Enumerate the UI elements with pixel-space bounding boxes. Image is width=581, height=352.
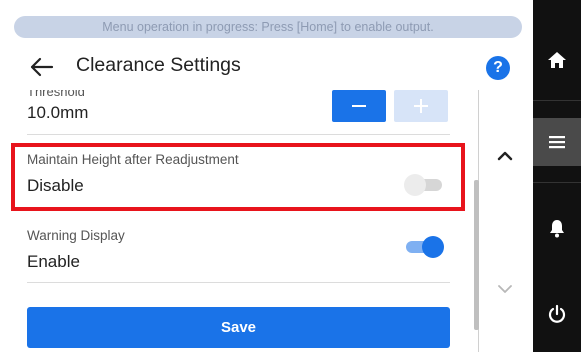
page-title: Clearance Settings bbox=[76, 54, 241, 76]
home-icon bbox=[548, 52, 566, 68]
setting-label: Warning Display bbox=[27, 228, 125, 243]
menu-icon bbox=[549, 136, 565, 149]
scroll-down-icon[interactable] bbox=[494, 281, 516, 297]
power-icon bbox=[548, 304, 566, 323]
scroll-up-icon[interactable] bbox=[494, 148, 516, 164]
menu-button[interactable] bbox=[533, 118, 581, 166]
divider bbox=[27, 134, 450, 135]
decrement-button[interactable] bbox=[332, 90, 386, 122]
help-icon[interactable]: ? bbox=[486, 56, 510, 80]
notification-button[interactable] bbox=[533, 204, 581, 252]
warning-display-toggle[interactable] bbox=[404, 236, 444, 258]
setting-value: Enable bbox=[27, 252, 80, 271]
threshold-label: Threshold bbox=[27, 90, 85, 99]
divider bbox=[27, 282, 450, 283]
header-bar: Clearance Settings ? bbox=[0, 44, 533, 90]
status-banner: Menu operation in progress: Press [Home]… bbox=[14, 16, 522, 38]
home-button[interactable] bbox=[533, 36, 581, 84]
divider bbox=[533, 100, 581, 101]
back-arrow-icon[interactable] bbox=[28, 55, 54, 79]
save-button[interactable]: Save bbox=[27, 307, 450, 348]
divider bbox=[533, 182, 581, 183]
toggle-knob bbox=[422, 236, 444, 258]
highlight-frame bbox=[11, 143, 465, 211]
threshold-value: 10.0mm bbox=[27, 103, 89, 122]
power-button[interactable] bbox=[533, 290, 581, 338]
bell-icon bbox=[550, 220, 564, 238]
increment-button[interactable] bbox=[394, 90, 448, 122]
scrollbar-thumb[interactable] bbox=[474, 180, 479, 330]
right-nav-bar bbox=[533, 0, 581, 352]
